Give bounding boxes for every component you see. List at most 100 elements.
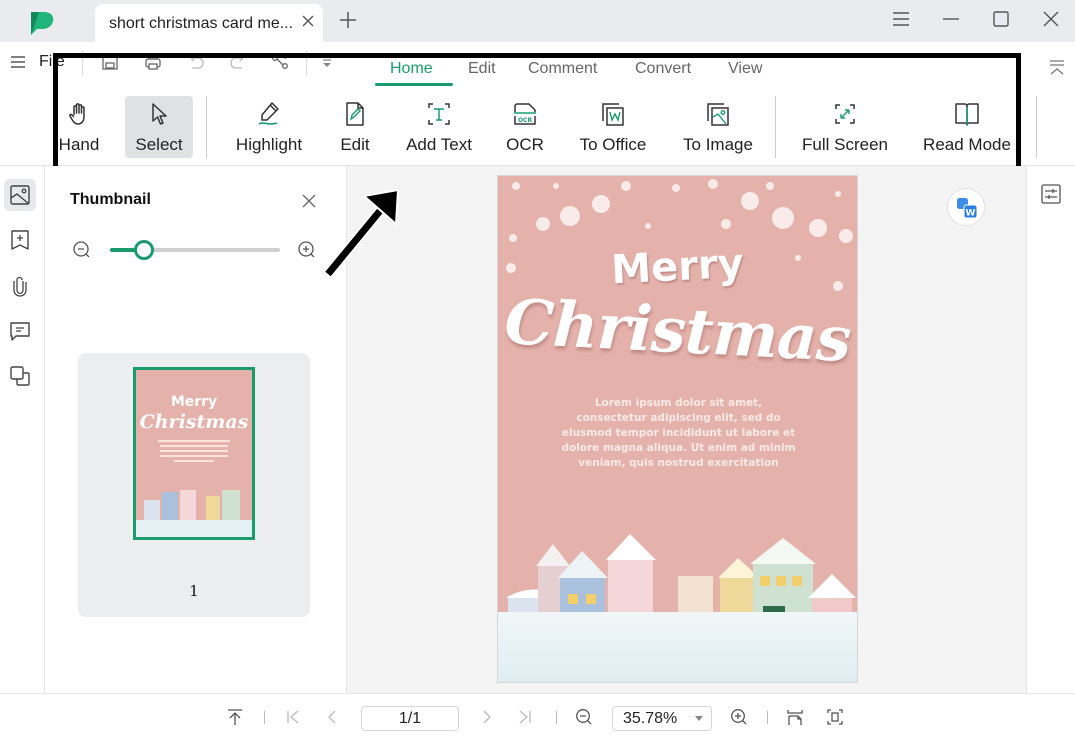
redo-icon[interactable] <box>228 52 248 72</box>
read-mode-tool-button[interactable]: Read Mode <box>918 96 1016 158</box>
close-tab-icon[interactable] <box>300 13 316 29</box>
next-page-icon[interactable] <box>478 708 496 726</box>
ocr-tool-button[interactable]: OCR OCR <box>500 96 550 158</box>
slider-handle[interactable] <box>134 240 154 260</box>
tab-edit[interactable]: Edit <box>468 60 496 78</box>
last-page-icon[interactable] <box>516 708 534 726</box>
highlight-tool-button[interactable]: Highlight <box>227 96 311 158</box>
chevron-down-icon <box>695 716 703 721</box>
divider <box>556 711 557 724</box>
properties-panel-icon[interactable] <box>1040 183 1062 205</box>
tab-comment[interactable]: Comment <box>528 60 597 78</box>
zoom-in-icon[interactable] <box>730 708 748 726</box>
add-text-tool-label: Add Text <box>406 135 472 154</box>
hand-tool-button[interactable]: Hand <box>54 96 104 158</box>
app-menu-icon[interactable] <box>891 9 911 29</box>
tab-convert[interactable]: Convert <box>635 60 691 78</box>
svg-text:Merry: Merry <box>171 394 217 410</box>
tab-home[interactable]: Home <box>390 60 433 78</box>
thumbnail-panel-button[interactable] <box>4 179 36 211</box>
close-panel-icon[interactable] <box>301 193 317 209</box>
comment-panel-button[interactable] <box>4 315 36 347</box>
thumbnail-zoom-in-icon[interactable] <box>297 240 317 260</box>
edit-tool-label: Edit <box>340 135 370 154</box>
divider <box>264 711 265 724</box>
comment-icon <box>10 322 30 341</box>
thumbnail-preview: Merry Christmas <box>133 367 255 540</box>
document-tab-title: short christmas card me... <box>109 15 294 32</box>
to-office-tool-button[interactable]: To Office <box>573 96 653 158</box>
full-screen-tool-button[interactable]: Full Screen <box>798 96 892 158</box>
undo-icon[interactable] <box>186 52 206 72</box>
close-window-icon[interactable] <box>1041 9 1061 29</box>
svg-text:OCR: OCR <box>518 117 533 124</box>
customize-toolbar-icon[interactable] <box>317 52 337 72</box>
tab-view[interactable]: View <box>728 60 762 78</box>
full-screen-icon <box>831 100 859 128</box>
scroll-to-top-icon[interactable] <box>226 708 244 726</box>
maximize-icon[interactable] <box>991 9 1011 29</box>
select-tool-label: Select <box>135 135 183 154</box>
share-icon[interactable] <box>270 52 290 72</box>
document-tab[interactable]: short christmas card me... <box>95 4 323 42</box>
fit-width-icon[interactable] <box>786 708 804 726</box>
thumbnail-zoom-out-icon[interactable] <box>72 240 92 260</box>
thumbnail-page-number: 1 <box>189 582 199 600</box>
snow-ground <box>498 612 857 682</box>
translate-word-icon: W <box>957 198 978 219</box>
left-sidebar-rail <box>0 166 45 693</box>
collapse-ribbon-icon[interactable] <box>1048 58 1066 78</box>
document-viewer[interactable]: Merry Christmas Lorem ipsum dolor sit am… <box>347 166 1026 693</box>
thumbnail-panel: Thumbnail Merry Christmas 1 <box>45 166 347 693</box>
print-icon[interactable] <box>143 52 163 72</box>
save-icon[interactable] <box>100 52 120 72</box>
ocr-icon: OCR <box>511 100 539 128</box>
hamburger-menu-icon[interactable] <box>10 54 26 70</box>
bookmark-panel-button[interactable] <box>4 224 36 256</box>
document-page[interactable]: Merry Christmas Lorem ipsum dolor sit am… <box>497 175 858 683</box>
status-bar: 1/1 35.78% <box>0 693 1075 736</box>
card-body-text: Lorem ipsum dolor sit amet, consectetur … <box>561 397 796 469</box>
page-number-input[interactable]: 1/1 <box>361 706 459 731</box>
zoom-out-icon[interactable] <box>575 708 593 726</box>
book-icon <box>953 100 981 128</box>
active-tab-indicator <box>375 83 453 86</box>
file-menu[interactable]: File <box>39 53 65 71</box>
zoom-level-dropdown[interactable]: 35.78% <box>612 706 712 731</box>
divider <box>775 96 776 158</box>
highlight-tool-label: Highlight <box>235 135 303 154</box>
zoom-level-value: 35.78% <box>623 710 678 727</box>
page-thumbnail[interactable]: Merry Christmas 1 <box>78 353 310 617</box>
new-tab-plus-icon[interactable] <box>338 10 358 30</box>
to-office-icon <box>599 100 627 128</box>
divider <box>767 711 768 724</box>
cursor-icon <box>145 100 173 128</box>
svg-text:Christmas: Christmas <box>140 411 249 433</box>
to-image-tool-label: To Image <box>683 135 753 154</box>
attachment-icon <box>13 276 27 297</box>
fit-page-icon[interactable] <box>826 708 844 726</box>
edit-tool-button[interactable]: Edit <box>332 96 378 158</box>
hand-tool-label: Hand <box>58 135 100 154</box>
to-image-icon <box>704 100 732 128</box>
to-image-tool-button[interactable]: To Image <box>676 96 760 158</box>
layers-panel-button[interactable] <box>4 360 36 392</box>
svg-text:W: W <box>966 209 976 219</box>
edit-doc-icon <box>341 100 369 128</box>
divider <box>82 50 83 76</box>
thumbnail-card-art: Merry Christmas <box>136 370 252 537</box>
translate-button[interactable]: W <box>947 188 985 226</box>
previous-page-icon[interactable] <box>323 708 341 726</box>
title-bar: short christmas card me... <box>0 0 1075 42</box>
first-page-icon[interactable] <box>284 708 302 726</box>
add-text-tool-button[interactable]: Add Text <box>400 96 478 158</box>
divider <box>1036 96 1037 158</box>
minimize-icon[interactable] <box>941 9 961 29</box>
app-logo-icon <box>27 10 55 36</box>
full-screen-tool-label: Full Screen <box>802 135 888 154</box>
select-tool-button[interactable]: Select <box>125 96 193 158</box>
add-text-icon <box>425 100 453 128</box>
layers-icon <box>10 366 30 386</box>
thumbnail-size-slider[interactable] <box>110 240 280 260</box>
attachment-panel-button[interactable] <box>4 270 36 302</box>
